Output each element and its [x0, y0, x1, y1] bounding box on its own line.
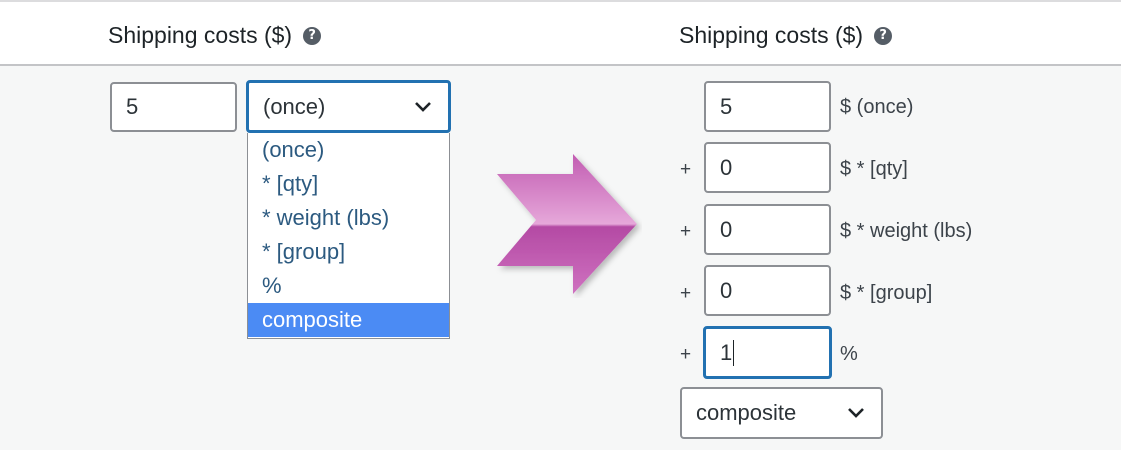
option-qty[interactable]: * [qty]	[248, 167, 449, 201]
cost-input-once[interactable]: 5	[704, 81, 831, 132]
unit-label-percent: %	[840, 343, 858, 365]
option-weight[interactable]: * weight (lbs)	[248, 201, 449, 235]
plus-sign: +	[680, 159, 692, 180]
cost-type-select[interactable]: (once)	[246, 80, 451, 133]
shipping-costs-label-left: Shipping costs ($) ?	[108, 22, 322, 49]
plus-sign: +	[680, 221, 692, 242]
text-cursor	[733, 339, 735, 366]
plus-sign: +	[680, 283, 692, 304]
cost-input-group[interactable]: 0	[704, 265, 831, 316]
shipping-costs-label-right: Shipping costs ($) ?	[679, 22, 893, 49]
cost-input-qty[interactable]: 0	[704, 142, 831, 193]
unit-label-group: $ * [group]	[840, 282, 933, 304]
cost-type-select-composite[interactable]: composite	[680, 387, 883, 439]
unit-label-weight: $ * weight (lbs)	[840, 220, 973, 242]
chevron-down-icon	[415, 101, 431, 112]
option-percent[interactable]: %	[248, 269, 449, 303]
chevron-down-icon	[848, 408, 864, 418]
option-composite[interactable]: composite	[248, 303, 449, 337]
cost-type-dropdown-list: (once) * [qty] * weight (lbs) * [group] …	[247, 133, 450, 339]
right-arrow-icon	[497, 154, 637, 294]
help-icon[interactable]: ?	[303, 26, 322, 45]
table-header: Shipping costs ($) ? Shipping costs ($) …	[0, 0, 1121, 66]
unit-label-once: $ (once)	[840, 96, 914, 118]
option-group[interactable]: * [group]	[248, 235, 449, 269]
option-once[interactable]: (once)	[248, 133, 449, 167]
plus-sign: +	[680, 344, 692, 365]
cost-input-weight[interactable]: 0	[704, 204, 831, 255]
help-icon[interactable]: ?	[874, 26, 893, 45]
cost-input-percent[interactable]: 1	[703, 326, 832, 379]
cost-input[interactable]: 5	[110, 82, 237, 132]
unit-label-qty: $ * [qty]	[840, 158, 908, 180]
